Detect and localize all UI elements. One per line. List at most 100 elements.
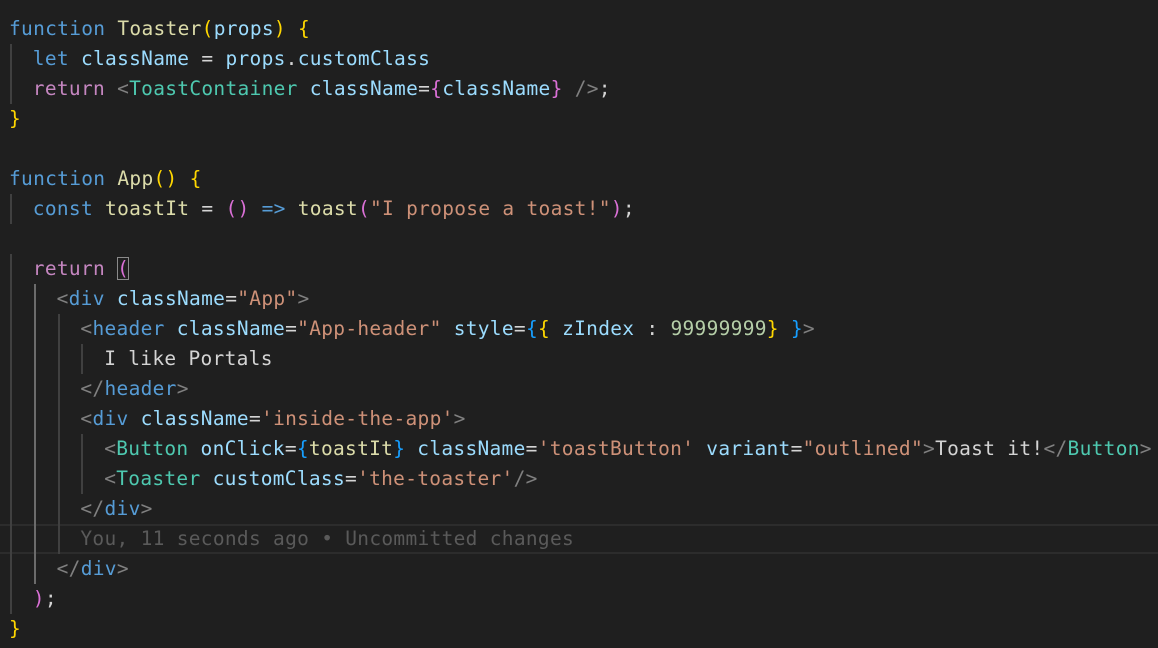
code-token: className	[417, 437, 526, 460]
code-token: Toast it!	[935, 437, 1044, 460]
code-line[interactable]: function Toaster(props) {	[9, 14, 1158, 44]
code-token: Toaster	[117, 17, 202, 40]
code-token: toastIt	[105, 197, 190, 220]
code-token: div	[104, 497, 141, 520]
code-token: =	[790, 437, 803, 460]
indent-guide	[33, 374, 36, 404]
code-token: div	[68, 287, 105, 310]
indent-guide	[10, 194, 12, 224]
code-line[interactable]: const toastIt = () => toast("I propose a…	[9, 194, 1158, 224]
code-line[interactable]: );	[9, 584, 1158, 614]
indent-guide	[10, 254, 12, 284]
code-token: >	[176, 377, 189, 400]
code-line[interactable]: </header>	[9, 374, 1158, 404]
code-token: <	[56, 287, 69, 310]
code-token: =	[284, 437, 297, 460]
code-token: div	[80, 557, 117, 580]
code-line[interactable]: <div className='inside-the-app'>	[9, 404, 1158, 434]
code-editor[interactable]: function Toaster(props) {let className =…	[0, 0, 1158, 648]
code-token: }	[9, 107, 22, 130]
code-line[interactable]: I like Portals	[9, 344, 1158, 374]
code-token: >	[140, 497, 153, 520]
indent-guide	[57, 464, 60, 494]
code-line[interactable]	[9, 134, 1158, 164]
code-line[interactable]: </div>	[9, 554, 1158, 584]
code-token: "outlined"	[802, 437, 924, 460]
indent-guide	[10, 284, 12, 314]
code-token: :	[634, 317, 671, 340]
indent-guide	[33, 554, 36, 584]
indent-guide	[10, 344, 12, 374]
code-token: "App-header"	[297, 317, 442, 340]
code-line[interactable]: <Toaster customClass='the-toaster'/>	[9, 464, 1158, 494]
code-token: props	[213, 17, 274, 40]
indent-guide	[57, 404, 60, 434]
indent-guide	[33, 524, 36, 554]
indent-guide	[10, 44, 12, 74]
indent-guide	[10, 524, 12, 554]
code-token: >	[923, 437, 936, 460]
code-token: }	[9, 617, 22, 640]
indent-guide	[10, 494, 12, 524]
code-token: =	[285, 317, 298, 340]
indent-guide	[10, 74, 12, 104]
code-token: )	[32, 587, 45, 610]
code-line[interactable]: let className = props.customClass	[9, 44, 1158, 74]
code-token: App	[117, 167, 154, 190]
code-token: variant	[706, 437, 791, 460]
code-line[interactable]: }	[9, 104, 1158, 134]
code-line[interactable]: <header className="App-header" style={{ …	[9, 314, 1158, 344]
code-token: }	[550, 77, 563, 100]
code-token: className	[116, 287, 226, 310]
code-token: >	[802, 317, 815, 340]
indent-guide	[57, 374, 60, 404]
code-token: >	[116, 557, 129, 580]
blame-line[interactable]: You, 11 seconds ago • Uncommitted change…	[0, 524, 1158, 554]
indent-guide	[33, 494, 36, 524]
code-token: >	[453, 407, 466, 430]
code-token: <	[104, 437, 117, 460]
code-token: =	[345, 467, 358, 490]
code-token: onClick	[200, 437, 285, 460]
code-token: {	[430, 77, 443, 100]
code-line[interactable]	[9, 224, 1158, 254]
code-token: ()	[225, 197, 250, 220]
code-token: I like Portals	[104, 347, 273, 370]
code-token: function	[9, 17, 106, 40]
indent-guide	[33, 434, 36, 464]
code-line[interactable]: return (	[9, 254, 1158, 284]
indent-guide	[81, 434, 84, 464]
code-token: <	[80, 317, 93, 340]
code-line[interactable]: function App() {	[9, 164, 1158, 194]
code-line[interactable]: <Button onClick={toastIt} className='toa…	[9, 434, 1158, 464]
indent-guide	[33, 284, 36, 314]
code-token: =	[225, 287, 238, 310]
code-token: className	[442, 77, 551, 100]
code-token: const	[32, 197, 93, 220]
indent-guide	[33, 404, 36, 434]
code-line[interactable]: <div className="App">	[9, 284, 1158, 314]
code-token: return	[32, 77, 106, 100]
code-line[interactable]: return <ToastContainer className={classN…	[9, 74, 1158, 104]
code-token: ;	[44, 587, 57, 610]
code-token: =	[525, 437, 538, 460]
code-line[interactable]: </div>	[9, 494, 1158, 524]
code-line[interactable]: }	[9, 614, 1158, 644]
code-token: className	[309, 77, 419, 100]
indent-guide	[10, 434, 12, 464]
code-lines[interactable]: function Toaster(props) {let className =…	[9, 14, 1158, 644]
indent-guide	[10, 404, 12, 434]
